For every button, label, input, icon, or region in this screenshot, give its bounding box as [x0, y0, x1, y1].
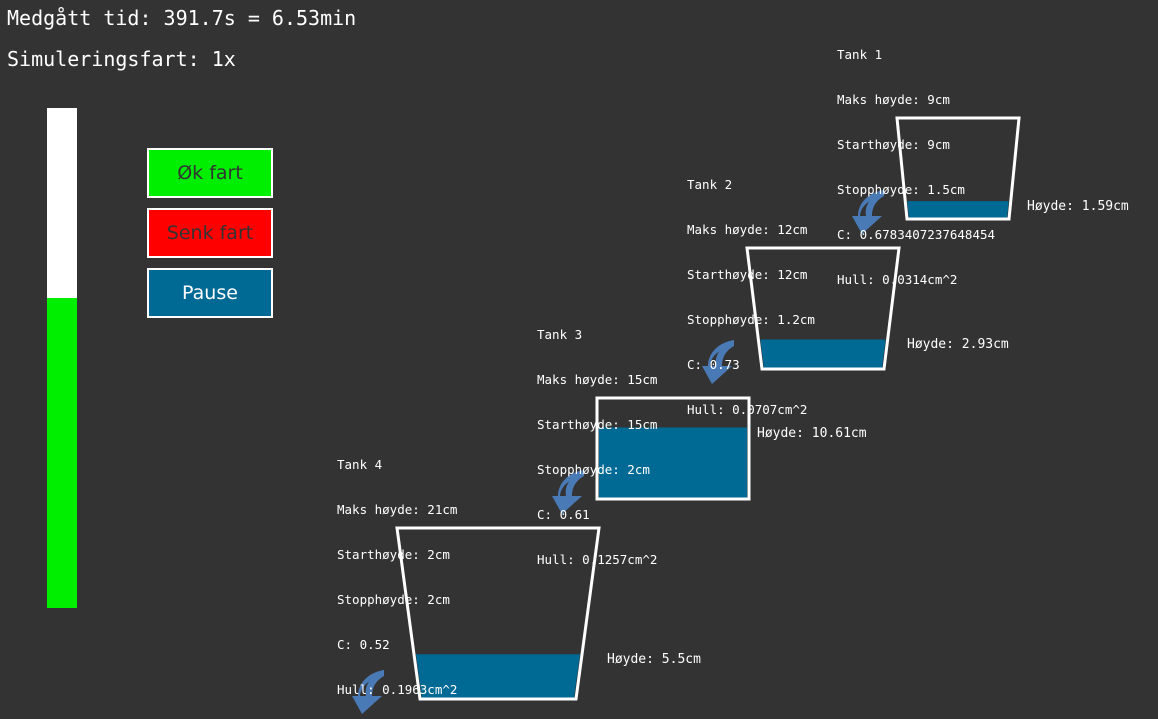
tank-3-height-readout: Høyde: 10.61cm: [757, 426, 867, 441]
tank-3-stop-height: Stopphøyde: 2cm: [537, 462, 650, 477]
tank-1-stop-height: Stopphøyde: 1.5cm: [837, 182, 965, 197]
tank-2-name: Tank 2: [687, 177, 733, 192]
tank-2-start-height: Starthøyde: 12cm: [687, 267, 808, 282]
tank-1-c-value: C: 0.6783407237648454: [837, 227, 996, 242]
tank-4-stop-height: Stopphøyde: 2cm: [337, 592, 450, 607]
tank-1-start-height: Starthøyde: 9cm: [837, 137, 950, 152]
tank-4-height-readout: Høyde: 5.5cm: [607, 652, 701, 667]
tank-3-name: Tank 3: [537, 327, 583, 342]
tank-1-max-height: Maks høyde: 9cm: [837, 92, 950, 107]
tank-2-stop-height: Stopphøyde: 1.2cm: [687, 312, 815, 327]
tank-2-hole: Hull: 0.0707cm^2: [687, 402, 808, 417]
tank-3-info: Tank 3 Maks høyde: 15cm Starthøyde: 15cm…: [537, 297, 657, 582]
tank-1-height-readout: Høyde: 1.59cm: [1027, 199, 1129, 214]
tank-4-name: Tank 4: [337, 457, 383, 472]
tank-2-height-readout: Høyde: 2.93cm: [907, 337, 1009, 352]
tank-2-max-height: Maks høyde: 12cm: [687, 222, 808, 237]
tank-2-info: Tank 2 Maks høyde: 12cm Starthøyde: 12cm…: [687, 147, 815, 432]
tank-4-start-height: Starthøyde: 2cm: [337, 547, 450, 562]
tank-4-c-value: C: 0.52: [337, 637, 390, 652]
tank-4-hole: Hull: 0.1963cm^2: [337, 682, 458, 697]
tank-3-hole: Hull: 0.1257cm^2: [537, 552, 658, 567]
tank-1-info: Tank 1 Maks høyde: 9cm Starthøyde: 9cm S…: [837, 17, 995, 302]
tank-3-start-height: Starthøyde: 15cm: [537, 417, 658, 432]
tank-4-info: Tank 4 Maks høyde: 21cm Starthøyde: 2cm …: [337, 427, 457, 712]
tank-3-c-value: C: 0.61: [537, 507, 590, 522]
tank-1-hole: Hull: 0.0314cm^2: [837, 272, 958, 287]
tank-4-max-height: Maks høyde: 21cm: [337, 502, 458, 517]
tank-2-c-value: C: 0.73: [687, 357, 740, 372]
tank-3-max-height: Maks høyde: 15cm: [537, 372, 658, 387]
tank-1-name: Tank 1: [837, 47, 883, 62]
